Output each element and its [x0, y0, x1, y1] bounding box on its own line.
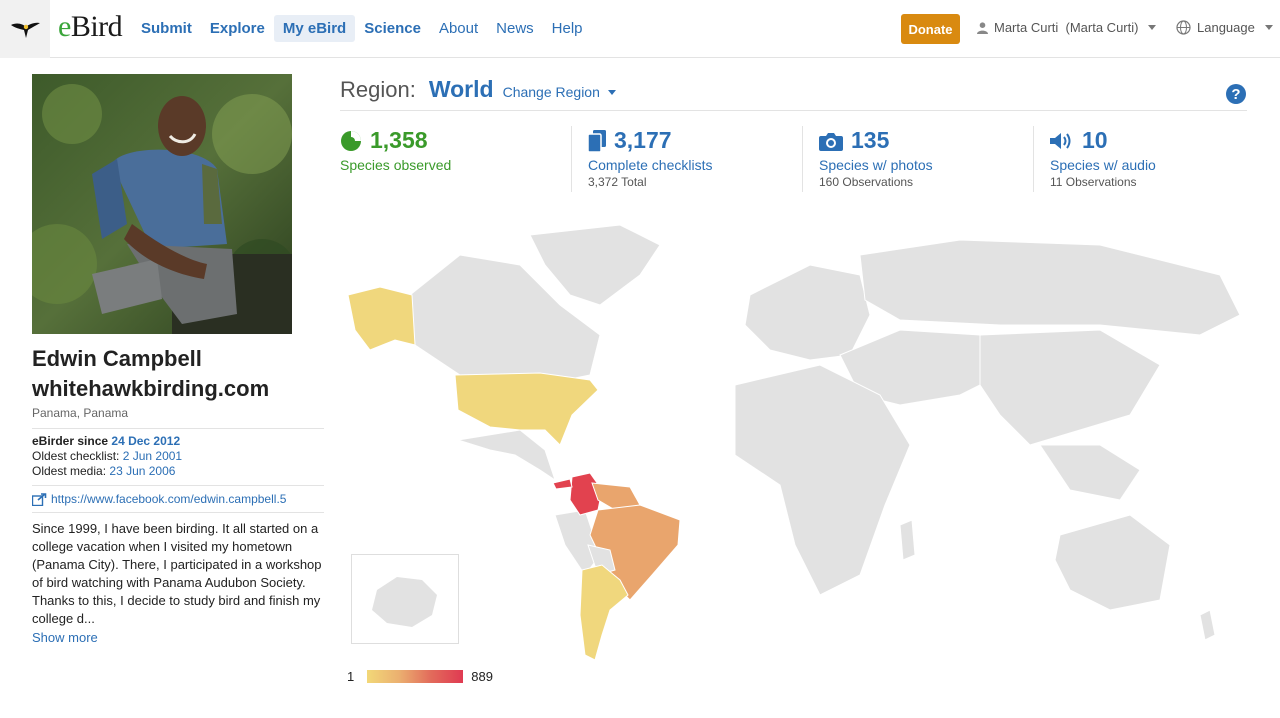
wordmark-text: Bird	[70, 10, 123, 43]
region-label: Region:	[340, 77, 416, 102]
stat-label: Species observed	[340, 157, 452, 173]
legend-gradient-bar	[367, 670, 464, 683]
help-icon[interactable]: ?	[1226, 84, 1246, 104]
facebook-link[interactable]: https://www.facebook.com/edwin.campbell.…	[51, 492, 286, 506]
user-icon	[977, 21, 988, 34]
region-selector: Region: World Change Region	[340, 76, 616, 103]
stat-label: Species w/ photos	[819, 157, 933, 173]
donate-button[interactable]: Donate	[901, 14, 960, 44]
profile-photo-image	[32, 74, 292, 334]
change-region-button[interactable]: Change Region	[503, 84, 616, 100]
map-region-usa	[454, 372, 599, 446]
bird-logo-icon	[11, 22, 40, 38]
world-map[interactable]	[340, 215, 1250, 665]
external-link-icon	[32, 492, 47, 506]
map-region-panama	[552, 478, 573, 490]
divider	[32, 485, 324, 486]
language-menu[interactable]: Language	[1176, 20, 1273, 35]
stat-label: Complete checklists	[588, 157, 713, 173]
oldest-checklist-label: Oldest checklist:	[32, 449, 120, 463]
divider	[32, 512, 324, 513]
map-region-new-zealand	[1199, 609, 1216, 641]
stat-value: 10	[1082, 127, 1108, 153]
user-name: Marta Curti (Marta Curti)	[994, 20, 1139, 35]
oldest-media-link[interactable]: 23 Jun 2006	[109, 464, 175, 478]
profile-website: whitehawkbirding.com	[32, 376, 270, 401]
stat-species-observed[interactable]: 1,358 Species observed	[340, 127, 451, 191]
divider	[1033, 126, 1034, 192]
stat-value: 1,358	[370, 127, 428, 153]
checklist-icon	[588, 129, 606, 152]
stat-sub: 160 Observations	[819, 175, 914, 189]
nav-about[interactable]: About	[430, 15, 487, 42]
map-region-madagascar	[899, 519, 916, 561]
map-region-southeast-asia	[1039, 444, 1141, 501]
chevron-down-icon	[607, 89, 616, 95]
legend-max: 889	[471, 669, 493, 684]
ebirder-since-date[interactable]: 24 Dec 2012	[111, 434, 180, 448]
divider	[802, 126, 803, 192]
top-navigation-bar: eBird Submit Explore My eBird Science Ab…	[0, 0, 1280, 58]
legend-min: 1	[347, 669, 355, 684]
stat-value: 3,177	[614, 127, 672, 153]
oldest-checklist-link[interactable]: 2 Jun 2001	[123, 449, 182, 463]
nav-news[interactable]: News	[487, 15, 543, 42]
profile-name-line: Edwin Campbell	[32, 346, 202, 371]
divider	[571, 126, 572, 192]
profile-location: Panama, Panama	[32, 406, 129, 420]
nav-science[interactable]: Science	[355, 15, 430, 42]
chevron-down-icon	[1264, 25, 1273, 30]
map-legend: 1 889	[347, 669, 493, 684]
region-value: World	[428, 76, 494, 102]
nav-submit[interactable]: Submit	[132, 15, 201, 42]
show-more-link[interactable]: Show more	[32, 630, 98, 645]
antarctica-inset[interactable]	[351, 554, 459, 644]
nav-explore[interactable]: Explore	[201, 15, 274, 42]
user-menu[interactable]: Marta Curti (Marta Curti)	[977, 20, 1157, 35]
globe-icon	[1176, 20, 1191, 35]
stat-value: 135	[851, 127, 890, 153]
profile-name: Edwin Campbell whitehawkbirding.com	[32, 344, 332, 404]
species-icon	[341, 130, 361, 151]
ebirder-since-label: eBirder since	[32, 434, 109, 448]
map-region-europe	[744, 264, 871, 361]
stat-complete-checklists[interactable]: 3,177 Complete checklists 3,372 Total	[588, 127, 713, 191]
divider	[32, 428, 324, 429]
oldest-media-label: Oldest media:	[32, 464, 107, 478]
profile-external-link[interactable]: https://www.facebook.com/edwin.campbell.…	[32, 492, 286, 506]
stat-species-photos[interactable]: 135 Species w/ photos 160 Observations	[819, 127, 933, 191]
map-region-greenland	[529, 224, 661, 306]
nav-help[interactable]: Help	[543, 15, 592, 42]
profile-meta: eBirder since 24 Dec 2012 Oldest checkli…	[32, 434, 182, 479]
map-region-alaska	[347, 286, 416, 351]
profile-photo	[32, 74, 292, 334]
ebird-wordmark[interactable]: eBird	[58, 10, 123, 44]
main-nav: Submit Explore My eBird Science About Ne…	[132, 15, 592, 42]
nav-my-ebird[interactable]: My eBird	[273, 15, 356, 42]
stat-sub: 3,372 Total	[588, 175, 647, 189]
divider	[340, 110, 1247, 111]
map-region-russia	[859, 239, 1241, 336]
stat-sub: 11 Observations	[1050, 175, 1137, 189]
ebird-logo[interactable]	[0, 0, 50, 58]
stat-label: Species w/ audio	[1050, 157, 1156, 173]
profile-bio: Since 1999, I have been birding. It all …	[32, 521, 322, 626]
stat-species-audio[interactable]: 10 Species w/ audio 11 Observations	[1050, 127, 1156, 191]
language-label: Language	[1197, 20, 1255, 35]
camera-icon	[819, 132, 843, 151]
antarctica-map	[372, 577, 437, 627]
audio-icon	[1050, 132, 1071, 149]
map-region-australia	[1054, 514, 1171, 611]
chevron-down-icon	[1148, 25, 1157, 30]
change-region-label: Change Region	[502, 84, 600, 100]
map-region-mexico	[457, 429, 556, 482]
map-region-east-asia	[979, 329, 1161, 446]
